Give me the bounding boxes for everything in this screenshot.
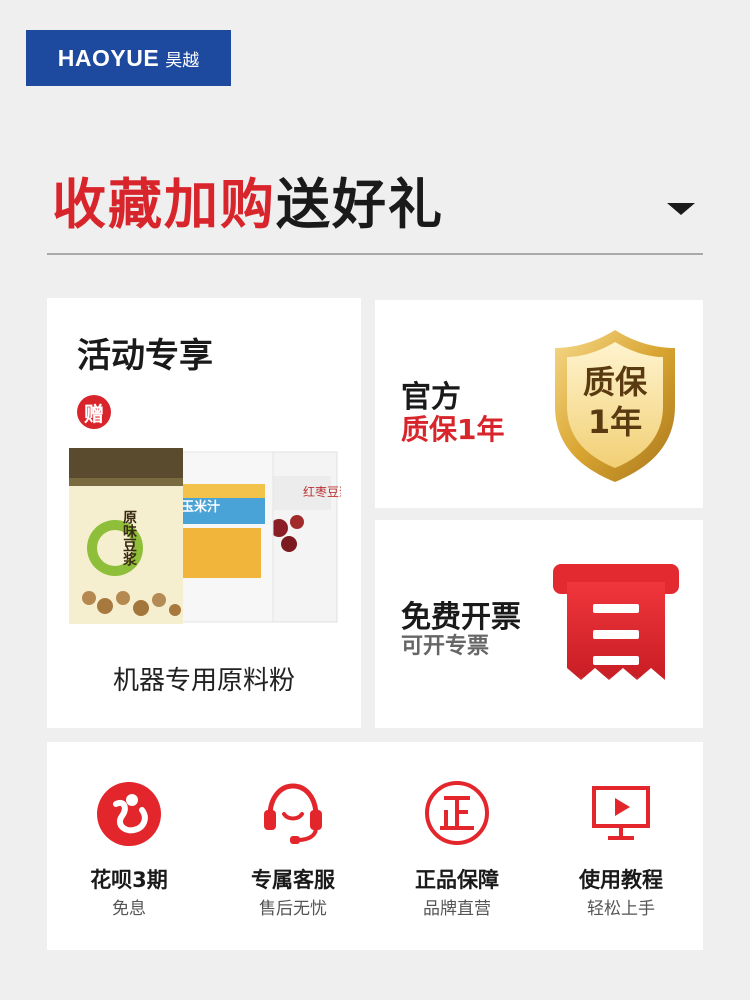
service-title: 花呗3期 (90, 868, 168, 892)
service-title: 正品保障 (415, 868, 499, 892)
video-tutorial-icon (592, 786, 650, 840)
service-item-genuine[interactable]: 正品保障 品牌直营 (375, 742, 539, 950)
headline-dark: 送好礼 (276, 173, 444, 236)
service-subtitle: 售后无忧 (259, 899, 327, 919)
warranty-badge: 质保 1年 (551, 362, 679, 442)
brand-logo-cn: 昊越 (165, 50, 200, 70)
service-title: 专属客服 (251, 868, 335, 892)
promo-card[interactable]: 活动专享 赠 红枣豆浆 玉米汁 原味豆浆 机器专用原料粉 (47, 298, 361, 728)
invoice-card[interactable]: 免费开票 可开专票 (375, 520, 703, 728)
service-item-tutorial[interactable]: 使用教程 轻松上手 (539, 742, 703, 950)
warranty-subtitle: 质保1年 (401, 413, 505, 446)
gift-badge: 赠 (77, 395, 111, 429)
invoice-icon (553, 564, 679, 710)
brand-logo[interactable]: HAOYUE 昊越 (26, 30, 231, 86)
headline-red: 收藏加购 (52, 173, 276, 236)
warranty-card[interactable]: 官方 质保1年 质保 1年 (375, 300, 703, 508)
package-label-corn: 玉米汁 (181, 499, 220, 515)
package-label-red-date: 红枣豆浆 (303, 484, 341, 499)
huabei-icon (97, 782, 161, 846)
services-card: 花呗3期 免息 专属客服 售后无忧 正品保障 品牌直营 使用教程 轻松上手 (47, 742, 703, 950)
brand-logo-text: HAOYUE (57, 44, 160, 71)
service-item-huabei[interactable]: 花呗3期 免息 (47, 742, 211, 950)
genuine-icon (425, 781, 489, 845)
package-label-soy: 原味豆浆 (121, 510, 137, 567)
warranty-badge-line1: 质保 (582, 363, 647, 401)
service-subtitle: 免息 (112, 899, 146, 919)
service-title: 使用教程 (579, 868, 663, 892)
product-packages-image: 红枣豆浆 玉米汁 原味豆浆 (69, 448, 341, 624)
service-subtitle: 轻松上手 (587, 899, 655, 919)
warranty-badge-line2: 1年 (587, 403, 643, 441)
promo-caption: 机器专用原料粉 (112, 666, 295, 696)
service-subtitle: 品牌直营 (423, 899, 491, 919)
invoice-subtitle: 可开专票 (401, 634, 490, 659)
page-headline: 收藏加购送好礼 (52, 160, 444, 239)
service-item-support[interactable]: 专属客服 售后无忧 (211, 742, 375, 950)
divider (47, 253, 703, 255)
chevron-down-icon[interactable] (667, 203, 695, 215)
headset-icon (264, 783, 322, 844)
promo-title: 活动专享 (77, 336, 213, 376)
